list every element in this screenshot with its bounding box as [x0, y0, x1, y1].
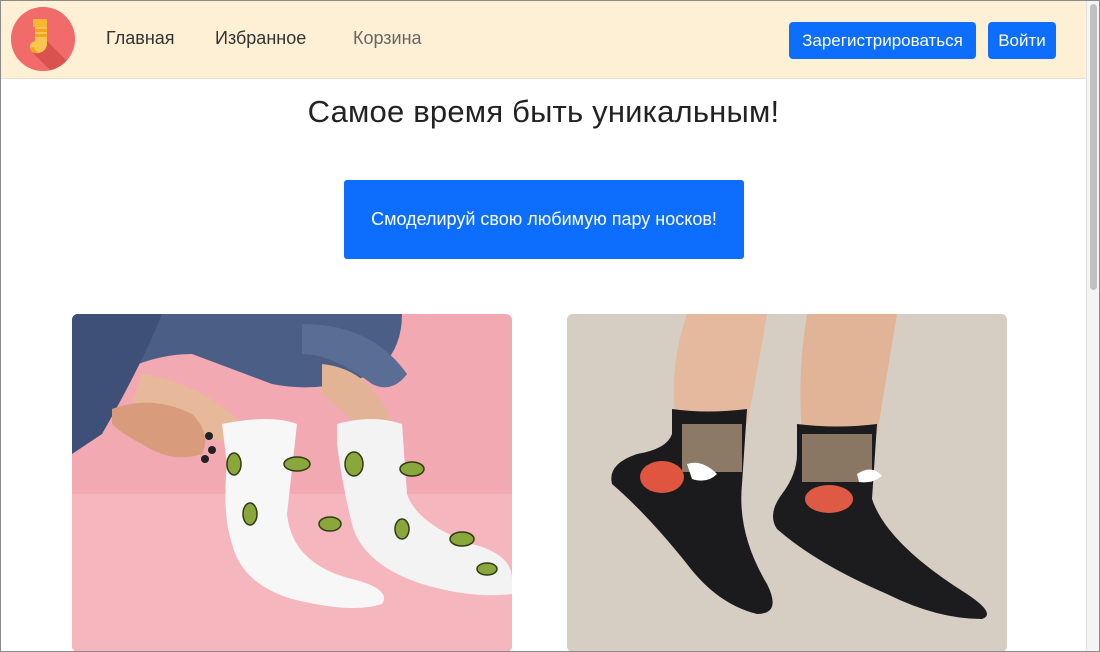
product-image-black-cat-socks[interactable]	[567, 314, 1007, 651]
page-title: Самое время быть уникальным!	[307, 94, 780, 129]
product-image-white-avocado-socks[interactable]	[72, 314, 512, 651]
vertical-scrollbar[interactable]	[1086, 1, 1099, 651]
navbar: Главная Избранное Корзина Зарегистрирова…	[1, 1, 1086, 79]
scrollbar-thumb[interactable]	[1090, 4, 1097, 290]
register-button[interactable]: Зарегистрироваться	[789, 22, 976, 59]
nav-link-cart[interactable]: Корзина	[353, 28, 422, 49]
logo[interactable]	[11, 7, 75, 71]
nav-link-favorites[interactable]: Избранное	[215, 28, 306, 49]
design-socks-button[interactable]: Смоделируй свою любимую пару носков!	[344, 180, 744, 259]
nav-link-home[interactable]: Главная	[106, 28, 175, 49]
sock-icon	[11, 7, 75, 71]
socks-photo	[567, 314, 1007, 651]
browser-viewport: Главная Избранное Корзина Зарегистрирова…	[0, 0, 1100, 652]
login-button[interactable]: Войти	[988, 22, 1056, 59]
socks-photo	[72, 314, 512, 651]
